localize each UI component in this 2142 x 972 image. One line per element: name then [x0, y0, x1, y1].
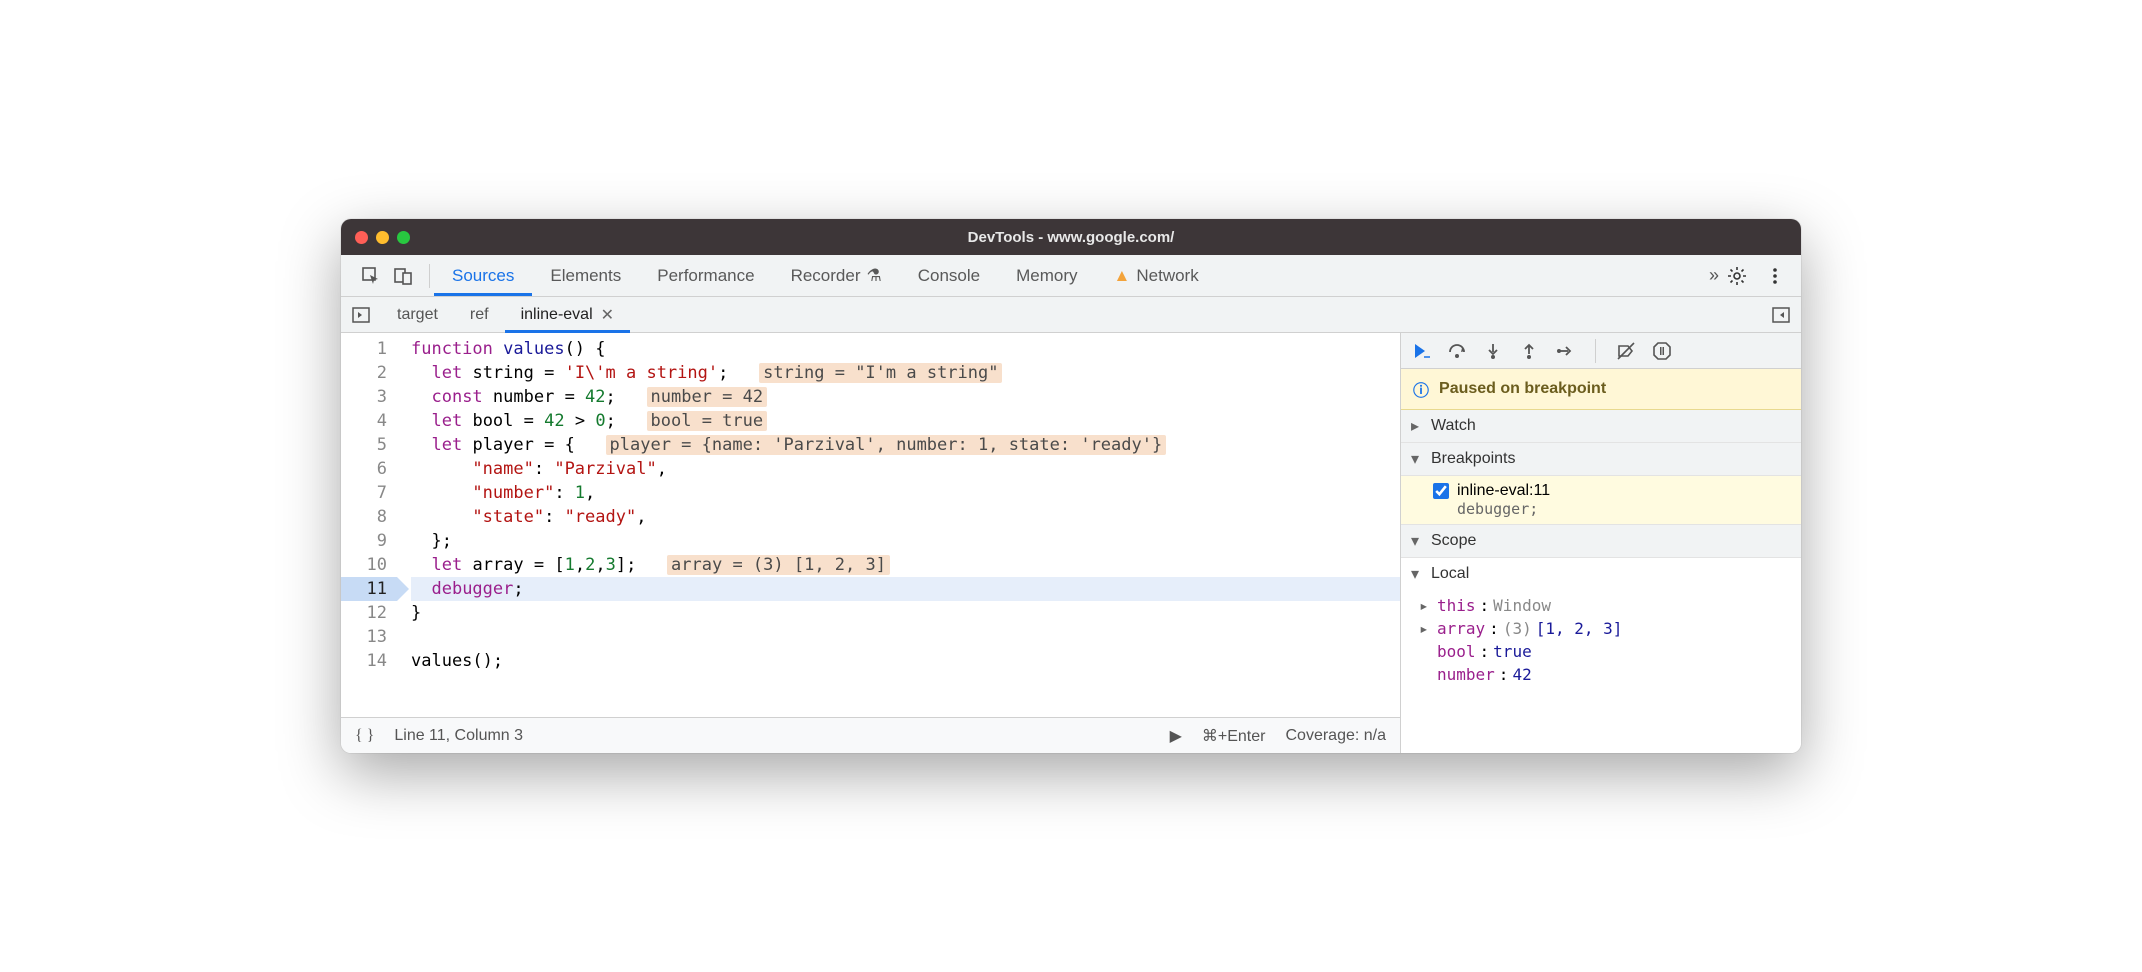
- file-tab-target[interactable]: target: [381, 297, 454, 333]
- kebab-menu-icon[interactable]: [1765, 266, 1785, 286]
- code-editor[interactable]: 1234567891011121314 function values() { …: [341, 333, 1400, 717]
- file-tab-inline-eval[interactable]: inline-eval ✕: [505, 297, 630, 333]
- editor-pane: 1234567891011121314 function values() { …: [341, 333, 1401, 753]
- sources-subbar: targetrefinline-eval ✕: [341, 297, 1801, 333]
- pretty-print-icon[interactable]: { }: [355, 727, 374, 745]
- debug-toolbar: [1401, 333, 1801, 369]
- editor-statusbar: { } Line 11, Column 3 ▶ ⌘+Enter Coverage…: [341, 717, 1400, 753]
- pause-reason: Paused on breakpoint: [1439, 380, 1606, 398]
- warning-icon: ▲: [1114, 266, 1131, 286]
- navigator-toggle-icon[interactable]: [351, 305, 371, 325]
- flask-icon: ⚗: [867, 266, 882, 286]
- scope-variables: ▸this: Window▸array: (3) [1, 2, 3]bool: …: [1401, 590, 1801, 690]
- close-window-button[interactable]: [355, 231, 368, 244]
- breakpoint-line-text: debugger;: [1433, 500, 1791, 518]
- panel-tab-elements[interactable]: Elements: [532, 256, 639, 296]
- file-tab-ref[interactable]: ref: [454, 297, 505, 333]
- watch-section-header[interactable]: ▸ Watch: [1401, 410, 1801, 443]
- panel-tab-network[interactable]: ▲ Network: [1096, 256, 1217, 296]
- scope-var-number[interactable]: number: 42: [1419, 663, 1801, 686]
- step-into-icon[interactable]: [1483, 341, 1503, 361]
- breakpoint-checkbox[interactable]: [1433, 483, 1449, 499]
- inline-value-hint: string = "I'm a string": [759, 363, 1002, 383]
- close-tab-icon[interactable]: ✕: [601, 305, 614, 325]
- file-tabs: targetrefinline-eval ✕: [381, 297, 1771, 333]
- zoom-window-button[interactable]: [397, 231, 410, 244]
- code-content[interactable]: function values() { let string = 'I\'m a…: [397, 333, 1400, 717]
- scope-local-header[interactable]: ▾ Local: [1401, 558, 1801, 590]
- scope-var-bool[interactable]: bool: true: [1419, 640, 1801, 663]
- settings-icon[interactable]: [1727, 266, 1747, 286]
- run-snippet-icon[interactable]: ▶: [1170, 726, 1182, 746]
- caret-down-icon: ▾: [1411, 449, 1421, 469]
- main-toolbar: SourcesElementsPerformanceRecorder ⚗Cons…: [341, 255, 1801, 297]
- window-title: DevTools - www.google.com/: [968, 229, 1175, 246]
- run-hint: ⌘+Enter: [1202, 726, 1266, 746]
- minimize-window-button[interactable]: [376, 231, 389, 244]
- cursor-position: Line 11, Column 3: [394, 727, 523, 745]
- device-toolbar-icon[interactable]: [393, 266, 413, 286]
- panel-tab-performance[interactable]: Performance: [639, 256, 772, 296]
- titlebar: DevTools - www.google.com/: [341, 219, 1801, 255]
- panel-tabs: SourcesElementsPerformanceRecorder ⚗Cons…: [434, 256, 1709, 296]
- step-over-icon[interactable]: [1447, 341, 1467, 361]
- traffic-lights: [355, 231, 410, 244]
- inline-value-hint: player = {name: 'Parzival', number: 1, s…: [606, 435, 1167, 455]
- panel-tab-recorder[interactable]: Recorder ⚗: [773, 256, 900, 296]
- coverage-status: Coverage: n/a: [1285, 727, 1386, 745]
- step-out-icon[interactable]: [1519, 341, 1539, 361]
- scope-var-this[interactable]: ▸this: Window: [1419, 594, 1801, 617]
- caret-right-icon: ▸: [1411, 416, 1421, 436]
- inspect-element-icon[interactable]: [361, 266, 381, 286]
- pause-exceptions-icon[interactable]: [1652, 341, 1672, 361]
- caret-down-icon: ▾: [1411, 531, 1421, 551]
- pause-banner: ⓘ Paused on breakpoint: [1401, 369, 1801, 410]
- caret-down-icon: ▾: [1411, 564, 1421, 584]
- devtools-window: DevTools - www.google.com/ SourcesElemen…: [341, 219, 1801, 753]
- inline-value-hint: array = (3) [1, 2, 3]: [667, 555, 890, 575]
- inline-value-hint: number = 42: [647, 387, 768, 407]
- panel-tab-console[interactable]: Console: [900, 256, 998, 296]
- deactivate-breakpoints-icon[interactable]: [1616, 341, 1636, 361]
- breakpoint-label: inline-eval:11: [1457, 482, 1550, 500]
- main-area: 1234567891011121314 function values() { …: [341, 333, 1801, 753]
- debugger-toggle-icon[interactable]: [1771, 305, 1791, 325]
- debugger-pane: ⓘ Paused on breakpoint ▸ Watch ▾ Breakpo…: [1401, 333, 1801, 753]
- breakpoint-item[interactable]: inline-eval:11 debugger;: [1401, 476, 1801, 525]
- panel-tab-memory[interactable]: Memory: [998, 256, 1095, 296]
- step-icon[interactable]: [1555, 341, 1575, 361]
- info-icon: ⓘ: [1413, 377, 1429, 401]
- scope-var-array[interactable]: ▸array: (3) [1, 2, 3]: [1419, 617, 1801, 640]
- more-tabs-button[interactable]: »: [1709, 265, 1719, 286]
- panel-tab-sources[interactable]: Sources: [434, 256, 532, 296]
- resume-icon[interactable]: [1411, 341, 1431, 361]
- breakpoints-section-header[interactable]: ▾ Breakpoints: [1401, 443, 1801, 476]
- inline-value-hint: bool = true: [647, 411, 768, 431]
- line-gutter[interactable]: 1234567891011121314: [341, 333, 397, 717]
- scope-section-header[interactable]: ▾ Scope: [1401, 525, 1801, 558]
